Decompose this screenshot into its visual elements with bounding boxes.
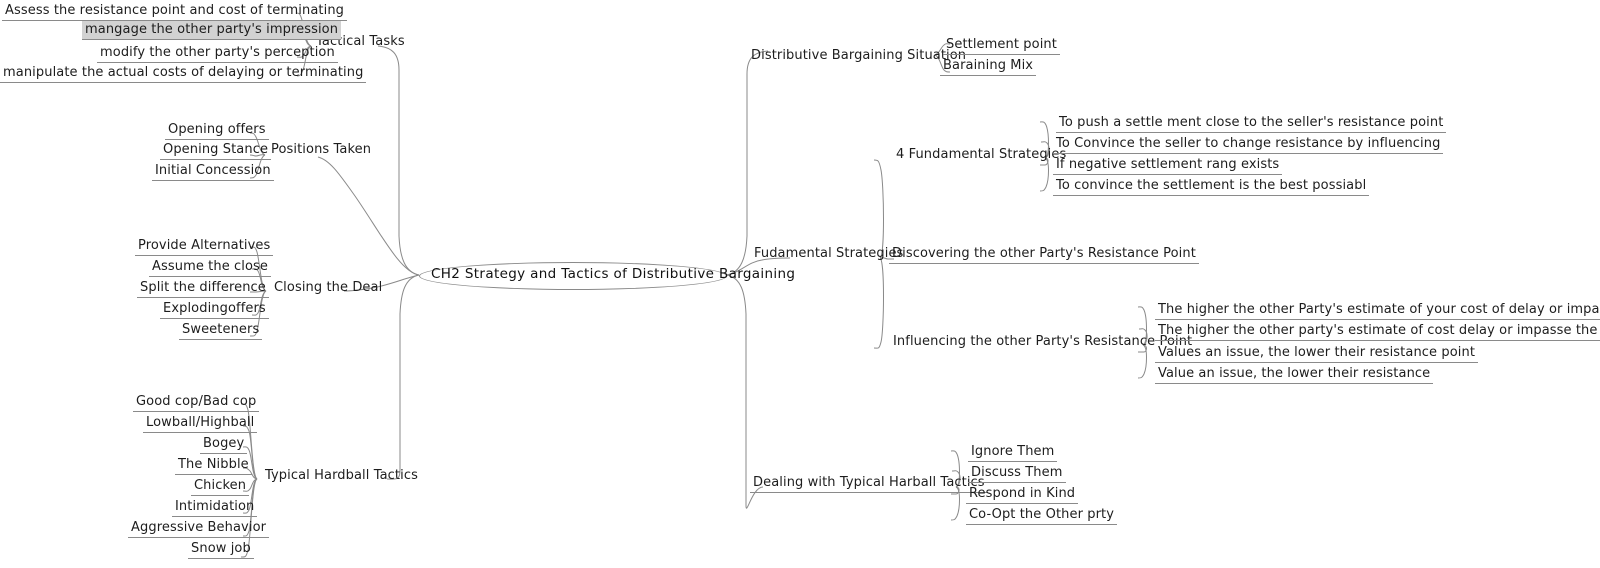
mindmap-canvas: CH2 Strategy and Tactics of Distributive… bbox=[0, 0, 1600, 568]
branch-fudamental-strategies-label: Fudamental Strategies bbox=[754, 246, 904, 261]
edge-fs-infl bbox=[873, 257, 884, 349]
leaf-hb-7-label: Snow job bbox=[188, 540, 254, 559]
leaf-dwt-3-label: Co-Opt the Other prty bbox=[966, 506, 1118, 525]
leaf-cd-1[interactable]: Assume the close bbox=[149, 258, 272, 277]
branch-distributive-bargaining-situation-label: Distributive Bargaining Situation bbox=[751, 48, 967, 63]
leaf-hb-1-label: Lowball/Highball bbox=[143, 414, 258, 433]
leaf-hb-5-label: Intimidation bbox=[172, 498, 258, 517]
branch-typical-hardball-tactics-label: Typical Hardball Tactics bbox=[265, 468, 418, 483]
leaf-cd-3[interactable]: Explodingoffers bbox=[160, 300, 269, 319]
branch-positions-taken[interactable]: Positions Taken bbox=[268, 141, 374, 159]
leaf-hb-3-label: The Nibble bbox=[175, 456, 252, 475]
leaf-hb-1[interactable]: Lowball/Highball bbox=[143, 414, 258, 433]
leaf-dbs-0-label: Settlement point bbox=[943, 36, 1060, 55]
leaf-fs4-0-label: To push a settle ment close to the selle… bbox=[1056, 114, 1447, 133]
leaf-fsi-0-label: The higher the other Party's estimate of… bbox=[1155, 301, 1600, 320]
branch-closing-the-deal-label: Closing the Deal bbox=[274, 280, 383, 295]
leaf-cd-1-label: Assume the close bbox=[149, 258, 272, 277]
leaf-hb-3[interactable]: The Nibble bbox=[175, 456, 252, 475]
leaf-cd-0-label: Provide Alternatives bbox=[135, 237, 274, 256]
edge-root-positions-taken bbox=[317, 156, 420, 276]
leaf-hb-5[interactable]: Intimidation bbox=[172, 498, 258, 517]
leaf-fs4-2-label: If negative settlement rang exists bbox=[1053, 156, 1283, 175]
branch-typical-hardball-tactics[interactable]: Typical Hardball Tactics bbox=[262, 467, 421, 485]
leaf-tt-3-label: manipulate the actual costs of delaying … bbox=[0, 64, 367, 83]
leaf-hb-0-label: Good cop/Bad cop bbox=[133, 393, 260, 412]
edge-fs-4fs bbox=[873, 159, 884, 259]
leaf-cd-2-label: Split the difference bbox=[137, 279, 269, 298]
leaf-tt-2[interactable]: modify the other party's perception bbox=[97, 44, 338, 63]
leaf-fsi-0[interactable]: The higher the other Party's estimate of… bbox=[1155, 301, 1600, 320]
leaf-dwt-0-label: Ignore Them bbox=[968, 443, 1058, 462]
subbranch-4-fundamental-strategies[interactable]: 4 Fundamental Strategies bbox=[893, 146, 1069, 164]
leaf-tt-3[interactable]: manipulate the actual costs of delaying … bbox=[0, 64, 367, 83]
edge-root-dbs bbox=[726, 50, 769, 276]
leaf-dwt-3[interactable]: Co-Opt the Other prty bbox=[966, 506, 1118, 525]
leaf-pt-0-label: Opening offers bbox=[165, 121, 269, 140]
edge-root-tactical-tasks bbox=[377, 45, 420, 276]
leaf-dwt-1-label: Discuss Them bbox=[968, 464, 1066, 483]
leaf-tt-1-highlighted[interactable]: mangage the other party's impression bbox=[82, 21, 342, 40]
leaf-fsi-1-label: The higher the other party's estimate of… bbox=[1155, 322, 1600, 341]
branch-distributive-bargaining-situation[interactable]: Distributive Bargaining Situation bbox=[748, 47, 969, 65]
leaf-pt-0[interactable]: Opening offers bbox=[165, 121, 269, 140]
leaf-hb-7[interactable]: Snow job bbox=[188, 540, 254, 559]
root-node-label: CH2 Strategy and Tactics of Distributive… bbox=[431, 266, 796, 282]
leaf-dwt-2-label: Respond in Kind bbox=[966, 485, 1079, 504]
leaf-fs4-2[interactable]: If negative settlement rang exists bbox=[1053, 156, 1283, 175]
leaf-hb-0[interactable]: Good cop/Bad cop bbox=[133, 393, 260, 412]
leaf-cd-4[interactable]: Sweeteners bbox=[179, 321, 263, 340]
leaf-fsi-3-label: Value an issue, the lower their resistan… bbox=[1155, 365, 1434, 384]
branch-positions-taken-label: Positions Taken bbox=[271, 142, 372, 157]
branch-dealing-with-typical-harball-tactics[interactable]: Dealing with Typical Harball Tactics bbox=[750, 474, 988, 493]
leaf-pt-2[interactable]: Initial Concession bbox=[152, 162, 274, 181]
leaf-cd-0[interactable]: Provide Alternatives bbox=[135, 237, 274, 256]
leaf-dwt-1[interactable]: Discuss Them bbox=[968, 464, 1066, 483]
leaf-dbs-0[interactable]: Settlement point bbox=[943, 36, 1060, 55]
leaf-fs4-1[interactable]: To Convince the seller to change resista… bbox=[1053, 135, 1444, 154]
subbranch-4-fundamental-strategies-label: 4 Fundamental Strategies bbox=[896, 147, 1067, 162]
leaf-fsi-2-label: Values an issue, the lower their resista… bbox=[1155, 344, 1479, 363]
subbranch-influencing-resistance-point[interactable]: Influencing the other Party's Resistance… bbox=[890, 333, 1195, 351]
leaf-fsi-2[interactable]: Values an issue, the lower their resista… bbox=[1155, 344, 1479, 363]
edge-root-hardball bbox=[386, 274, 420, 480]
leaf-fsi-3[interactable]: Value an issue, the lower their resistan… bbox=[1155, 365, 1434, 384]
leaf-hb-6-label: Aggressive Behavior bbox=[128, 519, 270, 538]
leaf-hb-6[interactable]: Aggressive Behavior bbox=[128, 519, 270, 538]
leaf-hb-2[interactable]: Bogey bbox=[200, 435, 248, 454]
leaf-tt-2-label: modify the other party's perception bbox=[97, 44, 338, 63]
branch-dealing-with-typical-harball-tactics-label: Dealing with Typical Harball Tactics bbox=[750, 474, 988, 493]
leaf-cd-2[interactable]: Split the difference bbox=[137, 279, 269, 298]
branch-closing-the-deal[interactable]: Closing the Deal bbox=[271, 279, 385, 297]
leaf-fs4-3-label: To convince the settlement is the best p… bbox=[1053, 177, 1370, 196]
root-node[interactable]: CH2 Strategy and Tactics of Distributive… bbox=[431, 267, 795, 282]
leaf-fs4-1-label: To Convince the seller to change resista… bbox=[1053, 135, 1444, 154]
leaf-tt-1-label: mangage the other party's impression bbox=[82, 21, 342, 40]
leaf-pt-1[interactable]: Opening Stance bbox=[160, 141, 272, 160]
leaf-fs4-3[interactable]: To convince the settlement is the best p… bbox=[1053, 177, 1370, 196]
leaf-dbs-1-label: Baraining Mix bbox=[940, 57, 1037, 76]
leaf-hb-2-label: Bogey bbox=[200, 435, 248, 454]
leaf-pt-1-label: Opening Stance bbox=[160, 141, 272, 160]
leaf-fs4-0[interactable]: To push a settle ment close to the selle… bbox=[1056, 114, 1447, 133]
leaf-cd-4-label: Sweeteners bbox=[179, 321, 263, 340]
subbranch-influencing-resistance-point-label: Influencing the other Party's Resistance… bbox=[893, 334, 1193, 349]
leaf-hb-4[interactable]: Chicken bbox=[191, 477, 250, 496]
leaf-tt-0[interactable]: Assess the resistance point and cost of … bbox=[2, 2, 348, 21]
subbranch-discovering-resistance-point[interactable]: Discovering the other Party's Resistance… bbox=[889, 245, 1199, 264]
leaf-dbs-1[interactable]: Baraining Mix bbox=[940, 57, 1037, 76]
leaf-hb-4-label: Chicken bbox=[191, 477, 250, 496]
leaf-dwt-0[interactable]: Ignore Them bbox=[968, 443, 1058, 462]
leaf-fsi-1[interactable]: The higher the other party's estimate of… bbox=[1155, 322, 1600, 341]
branch-fudamental-strategies[interactable]: Fudamental Strategies bbox=[751, 245, 906, 263]
subbranch-discovering-resistance-point-label: Discovering the other Party's Resistance… bbox=[889, 245, 1199, 264]
leaf-dwt-2[interactable]: Respond in Kind bbox=[966, 485, 1079, 504]
leaf-cd-3-label: Explodingoffers bbox=[160, 300, 269, 319]
leaf-tt-0-label: Assess the resistance point and cost of … bbox=[2, 2, 348, 21]
leaf-pt-2-label: Initial Concession bbox=[152, 162, 274, 181]
